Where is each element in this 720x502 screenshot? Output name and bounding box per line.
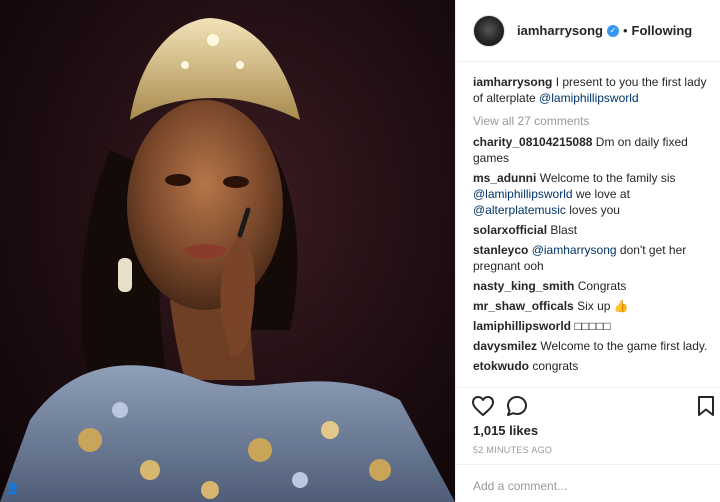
comment-icon[interactable] (505, 394, 529, 418)
following-button[interactable]: Following (632, 23, 693, 38)
add-comment-input[interactable] (473, 479, 704, 493)
comment-item: charity_08104215088 Dm on daily fixed ga… (473, 134, 711, 166)
comment-item: solarxofficial Blast (473, 222, 711, 238)
comment-text: Six up 👍 (577, 299, 629, 313)
comments-list[interactable]: iamharrysong I present to you the first … (456, 62, 720, 388)
add-comment-area (456, 464, 720, 502)
post-timestamp: 52 MINUTES AGO (473, 445, 553, 455)
comment-username[interactable]: ms_adunni (473, 171, 536, 185)
likes-count[interactable]: 1,015 likes (473, 423, 538, 438)
comment-username[interactable]: nasty_king_smith (473, 279, 574, 293)
caption-username[interactable]: iamharrysong (473, 75, 552, 89)
comment-mention[interactable]: @iamharrysong (532, 243, 617, 257)
comment-text: Congrats (577, 279, 627, 293)
comment-username[interactable]: etokwudo (473, 359, 529, 373)
comment-text: loves you (565, 203, 620, 217)
avatar[interactable] (473, 14, 505, 47)
comment-item: davysmilez Welcome to the game first lad… (473, 338, 711, 354)
comment-item: mr_shaw_officals Six up 👍 (473, 298, 711, 314)
caption: iamharrysong I present to you the first … (473, 74, 711, 106)
portrait-illustration (0, 18, 455, 502)
post-header: iamharrysong ✓ • Following (456, 0, 720, 62)
comment-text: Welcome to the family sis (539, 171, 676, 185)
comment-username[interactable]: mr_shaw_officals (473, 299, 574, 313)
comment-text: Blast (550, 223, 578, 237)
post-detail-panel: iamharrysong ✓ • Following iamharrysong … (455, 0, 720, 502)
action-bar (456, 388, 720, 424)
comment-username[interactable]: solarxofficial (473, 223, 547, 237)
comment-mention[interactable]: @alterplatemusic (473, 203, 566, 217)
heart-icon[interactable] (471, 394, 495, 418)
comment-item: lamiphillipsworld □□□□□ (473, 318, 711, 334)
comment-username[interactable]: lamiphillipsworld (473, 319, 571, 333)
comment-username[interactable]: stanleyco (473, 243, 528, 257)
user-tag-icon[interactable]: 👤 (6, 482, 20, 496)
comment-item: ms_adunni Welcome to the family sis @lam… (473, 170, 711, 218)
post-username[interactable]: iamharrysong (517, 23, 603, 38)
verified-badge-icon: ✓ (606, 24, 619, 37)
comment-username[interactable]: davysmilez (473, 339, 537, 353)
comment-text: congrats (532, 359, 579, 373)
post-photo[interactable]: 👤 (0, 0, 455, 502)
comment-text: Welcome to the game first lady. (540, 339, 708, 353)
view-all-comments-link[interactable]: View all 27 comments (473, 114, 711, 128)
comment-text: □□□□□ (574, 319, 611, 333)
comment-username[interactable]: charity_08104215088 (473, 135, 592, 149)
comment-mention[interactable]: @lamiphillipsworld (473, 187, 573, 201)
caption-mention[interactable]: @lamiphillipsworld (539, 91, 639, 105)
comment-item: etokwudo congrats (473, 358, 711, 374)
comment-item: nasty_king_smith Congrats (473, 278, 711, 294)
separator-dot: • (622, 23, 628, 38)
comment-item: stanleyco @iamharrysong don't get her pr… (473, 242, 711, 274)
comment-text: we love at (572, 187, 630, 201)
bookmark-icon[interactable] (694, 394, 718, 418)
